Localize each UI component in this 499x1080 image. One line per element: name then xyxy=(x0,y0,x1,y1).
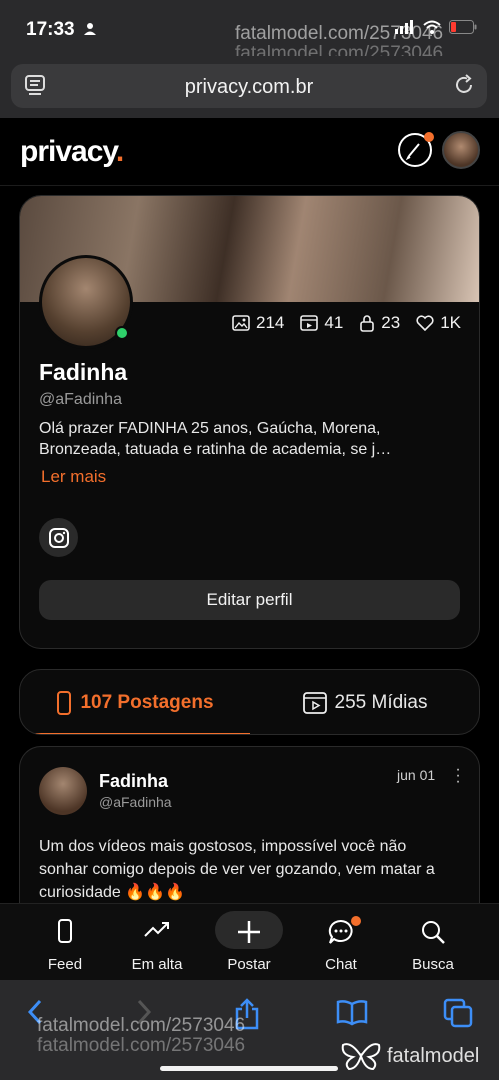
privacy-logo[interactable]: privacy. xyxy=(20,135,124,169)
stat-videos: 41 xyxy=(300,313,343,333)
nav-search[interactable]: Busca xyxy=(387,904,479,981)
media-icon xyxy=(302,692,327,714)
video-icon xyxy=(300,315,319,331)
stat-locked: 23 xyxy=(359,313,400,333)
stat-photos: 214 xyxy=(232,313,284,333)
notification-dot xyxy=(424,132,434,142)
phone-icon xyxy=(58,919,72,943)
post-avatar[interactable] xyxy=(39,767,87,815)
bottom-nav: Feed Em alta Postar Chat Busca xyxy=(0,903,499,980)
stat-likes: 1K xyxy=(416,313,461,333)
search-icon xyxy=(422,921,445,944)
tab-posts[interactable]: 107 Postagens xyxy=(20,670,250,734)
chat-notification-dot xyxy=(351,916,361,926)
profile-name: Fadinha xyxy=(39,359,128,385)
phone-icon xyxy=(57,691,72,715)
post-text: Um dos vídeos mais gostosos, impossível … xyxy=(39,838,435,901)
instagram-button[interactable] xyxy=(39,518,78,557)
nav-trending[interactable]: Em alta xyxy=(111,904,203,981)
lock-icon xyxy=(360,315,375,332)
wifi-icon xyxy=(423,20,441,34)
fatalmodel-logo: fatalmodel xyxy=(341,1041,479,1071)
heart-icon xyxy=(416,315,434,331)
butterfly-icon xyxy=(341,1043,381,1071)
edit-profile-button[interactable]: Editar perfil xyxy=(39,580,460,620)
watermark-bottom: fatalmodel.com/2573046 fatalmodel.com/25… xyxy=(37,1015,246,1056)
profile-handle: @aFadinha xyxy=(39,391,122,408)
signal-icon xyxy=(395,20,413,34)
plus-icon xyxy=(238,921,260,943)
more-options-icon[interactable]: · · · xyxy=(454,762,462,790)
nav-post[interactable]: Postar xyxy=(203,904,295,981)
nav-chat[interactable]: Chat xyxy=(295,904,387,981)
status-time: 17:33 xyxy=(26,19,75,40)
nav-feed[interactable]: Feed xyxy=(19,904,111,981)
content-tabs: 107 Postagens 255 Mídias xyxy=(19,669,480,735)
status-icons xyxy=(395,20,477,34)
bookmarks-icon[interactable] xyxy=(336,998,368,1026)
browser-bar: privacy.com.br xyxy=(0,56,499,118)
image-icon xyxy=(232,315,250,331)
address-bar[interactable]: privacy.com.br xyxy=(11,64,487,108)
post-author-handle: @aFadinha xyxy=(99,794,172,810)
home-indicator xyxy=(160,1066,338,1071)
trending-icon xyxy=(144,922,169,937)
reload-icon[interactable] xyxy=(453,74,475,96)
online-indicator xyxy=(115,326,129,340)
tab-media[interactable]: 255 Mídias xyxy=(250,670,479,734)
instagram-icon xyxy=(48,527,69,548)
person-icon xyxy=(84,23,96,35)
post-author-name: Fadinha xyxy=(99,771,169,791)
profile-bio: Olá prazer FADINHA 25 anos, Gaúcha, More… xyxy=(39,420,392,458)
user-avatar[interactable] xyxy=(442,131,480,169)
app-header: privacy. xyxy=(0,118,499,186)
battery-icon xyxy=(449,20,477,34)
profile-card: 214 41 23 1K Fadinha @aFadinha Olá praze… xyxy=(19,195,480,649)
tabs-icon[interactable] xyxy=(443,998,473,1028)
profile-stats: 214 41 23 1K xyxy=(232,313,461,333)
post-card: Fadinha @aFadinha jun 01 · · · Um dos víde… xyxy=(19,746,480,916)
status-bar: 17:33 fatalmodel.com/2573046 fatalmodel.… xyxy=(0,0,499,64)
read-more-link[interactable]: Ler mais xyxy=(41,467,106,487)
post-date: jun 01 xyxy=(397,767,436,783)
url-text: privacy.com.br xyxy=(184,76,314,98)
